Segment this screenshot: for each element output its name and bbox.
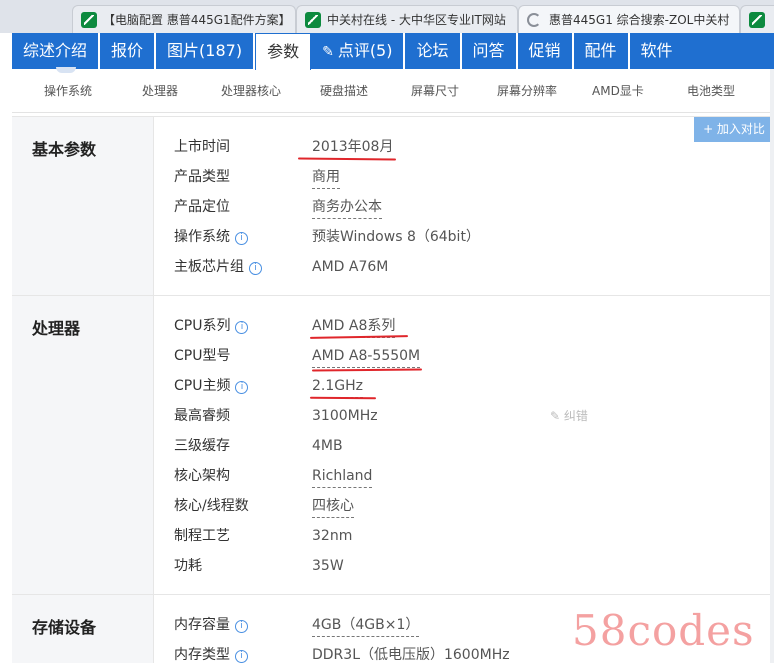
spec-label-text: CPU系列	[174, 318, 231, 334]
correction-link[interactable]: ✎ 纠错	[550, 401, 588, 431]
product-nav-bar: 综述介绍 报价 图片(187) 参数 ✎ 点评(5) 论坛 问答 促销 配件 软件	[12, 33, 774, 70]
spec-label: CPU系列 i	[174, 311, 314, 341]
watermark: 58codes	[572, 606, 755, 655]
subnav-amd-gpu[interactable]: AMD显卡	[592, 82, 644, 99]
subnav-cpu[interactable]: 处理器	[142, 82, 178, 99]
browser-tab-2[interactable]: 中关村在线 - 大中华区专业IT网站	[296, 5, 518, 33]
spec-label: 内存容量 i	[174, 610, 314, 640]
subnav-resolution[interactable]: 屏幕分辨率	[497, 82, 557, 99]
browser-tab-4[interactable]	[740, 5, 774, 33]
tab-software[interactable]: 软件	[630, 33, 684, 69]
tab-promotions-label: 促销	[528, 41, 561, 60]
spec-value-link[interactable]: Richland	[312, 465, 373, 488]
subnav-screen-size[interactable]: 屏幕尺寸	[411, 82, 459, 99]
zol-favicon-icon	[81, 11, 97, 28]
tab-pictures-label: 图片(187)	[167, 41, 243, 60]
correction-label: 纠错	[563, 409, 588, 423]
browser-tab-3[interactable]: 惠普445G1 综合搜索-ZOL中关村	[518, 5, 740, 33]
browser-tab-strip: 【电脑配置 惠普445G1配件方案】 中关村在线 - 大中华区专业IT网站 惠普…	[0, 0, 774, 33]
tab-pictures[interactable]: 图片(187)	[156, 33, 256, 69]
info-icon[interactable]: i	[249, 262, 262, 275]
spec-label-text: 内存容量	[174, 617, 230, 633]
spec-label: 产品定位	[174, 199, 230, 215]
section-basic: 基本参数 上市时间 2013年08月 产品类型 商用 产品定位 商务办公本 操作…	[12, 116, 774, 296]
browser-tab-1-title: 【电脑配置 惠普445G1配件方案】	[103, 13, 291, 27]
spec-label-text: 主板芯片组	[174, 259, 244, 275]
spec-label: 内存类型 i	[174, 640, 314, 670]
tab-forum[interactable]: 论坛	[405, 33, 462, 69]
loading-icon	[527, 12, 541, 27]
info-icon[interactable]: i	[235, 232, 248, 245]
info-icon[interactable]: i	[235, 650, 248, 663]
tab-params-label: 参数	[267, 42, 300, 61]
info-icon[interactable]: i	[235, 620, 248, 633]
zol-favicon-icon	[749, 11, 765, 28]
spec-value-link[interactable]: 商务办公本	[312, 196, 382, 219]
spec-value: AMD A76M	[312, 259, 389, 275]
spec-value-link[interactable]: 2.1GHz	[312, 375, 363, 398]
spec-value: 4MB	[312, 438, 343, 454]
spec-value: DDR3L（低电压版）1600MHz	[312, 647, 510, 663]
tab-software-label: 软件	[640, 41, 673, 60]
spec-label: 操作系统 i	[174, 222, 314, 252]
tab-promotions[interactable]: 促销	[518, 33, 574, 69]
section-title: 基本参数	[12, 117, 154, 296]
spec-value: 预装Windows 8（64bit）	[312, 229, 480, 245]
scroll-indicator-icon	[56, 67, 76, 73]
spec-value: 32nm	[312, 528, 353, 544]
spec-label: 主板芯片组 i	[174, 252, 314, 282]
info-icon[interactable]: i	[235, 321, 249, 334]
spec-label: CPU主频 i	[174, 371, 314, 401]
spec-value-link[interactable]: 4GB（4GB×1）	[312, 614, 420, 637]
subnav-battery[interactable]: 电池类型	[687, 82, 735, 99]
spec-label: 功耗	[174, 558, 202, 574]
spec-label-text: 操作系统	[174, 229, 230, 245]
spec-value-link[interactable]: 四核心	[312, 495, 354, 518]
tab-accessories-label: 配件	[584, 41, 617, 60]
info-icon[interactable]: i	[235, 381, 249, 394]
spec-label: 制程工艺	[174, 528, 230, 544]
section-title: 存储设备	[12, 595, 154, 663]
spec-value-link[interactable]: AMD A8系列	[312, 315, 396, 338]
page-edge	[770, 69, 774, 663]
subnav-os[interactable]: 操作系统	[44, 82, 92, 99]
tab-overview[interactable]: 综述介绍	[12, 33, 101, 69]
zol-favicon-icon	[305, 11, 321, 28]
browser-tab-2-title: 中关村在线 - 大中华区专业IT网站	[327, 13, 506, 27]
spec-value-link[interactable]: AMD A8-5550M	[312, 345, 421, 368]
tab-qa-label: 问答	[472, 41, 505, 60]
spec-value-link[interactable]: 商用	[312, 166, 340, 189]
tab-forum-label: 论坛	[416, 41, 449, 60]
spec-value: 35W	[312, 558, 344, 574]
spec-label: CPU型号	[174, 348, 231, 364]
tab-reviews[interactable]: ✎ 点评(5)	[311, 33, 406, 69]
tab-overview-label: 综述介绍	[23, 41, 88, 60]
tab-reviews-label: 点评(5)	[337, 41, 393, 60]
spec-label: 产品类型	[174, 169, 230, 185]
subnav-cpu-core[interactable]: 处理器核心	[221, 82, 281, 99]
spec-label: 核心架构	[174, 468, 230, 484]
tab-qa[interactable]: 问答	[462, 33, 518, 69]
spec-label: 最高睿频	[174, 408, 230, 424]
subnav-disk[interactable]: 硬盘描述	[320, 82, 368, 99]
section-title: 处理器	[12, 296, 154, 595]
tab-params[interactable]: 参数	[255, 33, 312, 70]
spec-label-text: 内存类型	[174, 647, 230, 663]
spec-value: 3100MHz	[312, 408, 378, 424]
tab-accessories[interactable]: 配件	[574, 33, 630, 69]
param-sub-nav: 操作系统 处理器 处理器核心 硬盘描述 屏幕尺寸 屏幕分辨率 AMD显卡 电池类…	[12, 67, 774, 113]
tab-price-label: 报价	[111, 41, 144, 60]
spec-label: 三级缓存	[174, 438, 230, 454]
edit-icon: ✎	[550, 409, 564, 423]
browser-tab-1[interactable]: 【电脑配置 惠普445G1配件方案】	[72, 5, 296, 33]
spec-label: 核心/线程数	[174, 498, 249, 514]
section-processor: 处理器 CPU系列 i AMD A8系列 CPU型号 AMD A8-5550M C…	[12, 295, 774, 595]
spec-label: 上市时间	[174, 139, 230, 155]
pencil-icon: ✎	[322, 44, 334, 60]
browser-tab-3-title: 惠普445G1 综合搜索-ZOL中关村	[549, 13, 730, 27]
spec-label-text: CPU主频	[174, 378, 231, 394]
tab-price[interactable]: 报价	[100, 33, 157, 69]
